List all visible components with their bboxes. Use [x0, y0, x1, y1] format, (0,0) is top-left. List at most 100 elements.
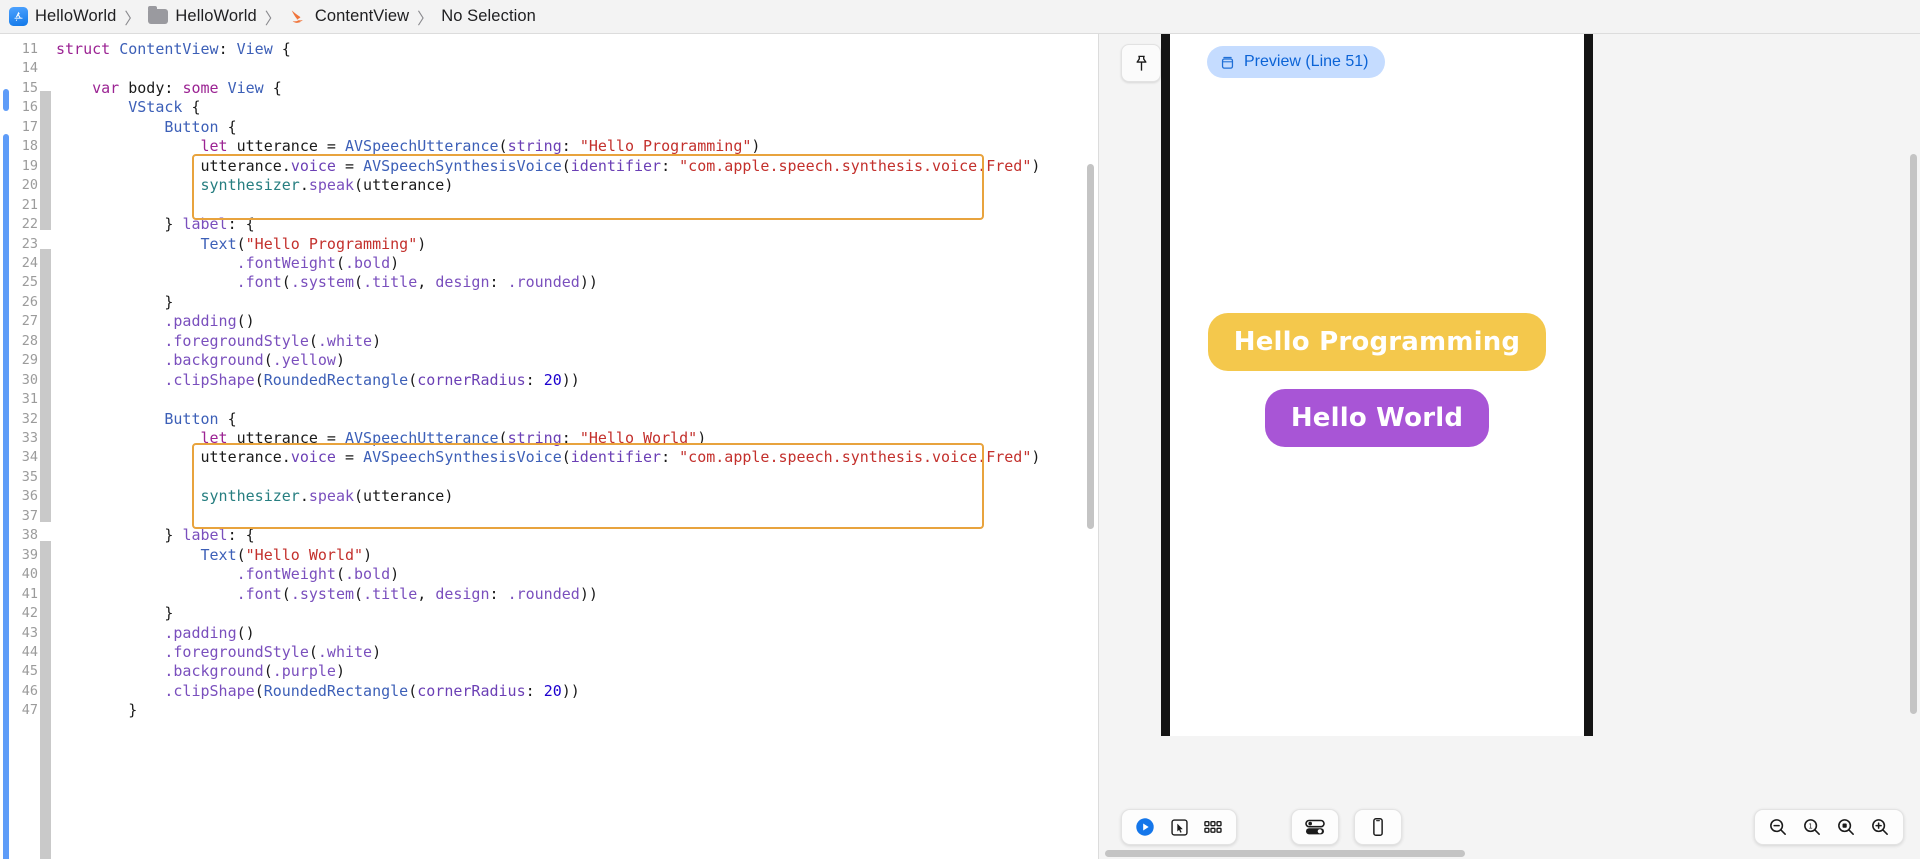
code-line[interactable]: 39 Text("Hello World") [0, 546, 1098, 565]
preview-canvas[interactable]: Hello Programming Hello World Pre [1098, 34, 1920, 859]
code-line[interactable]: 47 } [0, 701, 1098, 720]
swift-file-icon [289, 7, 308, 26]
code-text: Text("Hello World") [56, 546, 372, 565]
preview-status-pill[interactable]: Preview (Line 51) [1207, 46, 1385, 78]
hello-programming-button[interactable]: Hello Programming [1208, 313, 1546, 371]
source-editor[interactable]: 11struct ContentView: View {1415 var bod… [0, 34, 1098, 859]
code-line[interactable]: 20 synthesizer.speak(utterance) [0, 176, 1098, 195]
code-line[interactable]: 21 [0, 196, 1098, 215]
code-text: .fontWeight(.bold) [56, 565, 399, 584]
editor-vertical-scrollbar[interactable] [1087, 164, 1094, 529]
breadcrumb-item-file[interactable]: ContentView [289, 7, 409, 26]
breadcrumb-label-project: HelloWorld [35, 7, 116, 26]
code-text: .clipShape(RoundedRectangle(cornerRadius… [56, 371, 580, 390]
code-text: utterance.voice = AVSpeechSynthesisVoice… [56, 448, 1040, 467]
code-line[interactable]: 27 .padding() [0, 312, 1098, 331]
hello-world-button[interactable]: Hello World [1265, 389, 1489, 447]
line-number: 33 [0, 429, 38, 448]
code-line[interactable]: 42 } [0, 604, 1098, 623]
cursor-select-icon [1169, 817, 1190, 838]
code-text: } [56, 701, 137, 720]
code-lines[interactable]: 11struct ContentView: View {1415 var bod… [0, 34, 1098, 859]
code-text: struct ContentView: View { [56, 40, 291, 59]
code-text: Button { [56, 410, 237, 429]
zoom-actual-size-button[interactable]: 1 [1797, 813, 1827, 841]
code-line[interactable]: 44 .foregroundStyle(.white) [0, 643, 1098, 662]
breadcrumb-item-project[interactable]: HelloWorld [9, 7, 116, 26]
breadcrumb-label-selection: No Selection [441, 7, 536, 26]
code-text: Text("Hello Programming") [56, 235, 426, 254]
device-chooser-button[interactable] [1363, 813, 1393, 841]
code-line[interactable]: 16 VStack { [0, 98, 1098, 117]
editor-canvas-split: 11struct ContentView: View {1415 var bod… [0, 34, 1920, 859]
code-text: .padding() [56, 624, 255, 643]
code-line[interactable]: 41 .font(.system(.title, design: .rounde… [0, 585, 1098, 604]
line-number: 39 [0, 546, 38, 565]
code-line[interactable]: 23 Text("Hello Programming") [0, 235, 1098, 254]
line-number: 47 [0, 701, 38, 720]
variants-button[interactable] [1198, 813, 1228, 841]
zoom-in-button[interactable] [1865, 813, 1895, 841]
code-line[interactable]: 29 .background(.yellow) [0, 351, 1098, 370]
breadcrumb-item-selection[interactable]: No Selection [441, 7, 536, 26]
code-text: VStack { [56, 98, 201, 117]
code-line[interactable]: 17 Button { [0, 118, 1098, 137]
code-line[interactable]: 34 utterance.voice = AVSpeechSynthesisVo… [0, 448, 1098, 467]
code-text: let utterance = AVSpeechUtterance(string… [56, 429, 706, 448]
code-line[interactable]: 38 } label: { [0, 526, 1098, 545]
code-text: .font(.system(.title, design: .rounded)) [56, 585, 598, 604]
code-line[interactable]: 43 .padding() [0, 624, 1098, 643]
pin-preview-button[interactable] [1121, 44, 1161, 82]
play-preview-button[interactable] [1130, 813, 1160, 841]
code-line[interactable]: 45 .background(.purple) [0, 662, 1098, 681]
code-text: .background(.purple) [56, 662, 345, 681]
code-line[interactable]: 35 [0, 468, 1098, 487]
line-number: 25 [0, 273, 38, 292]
code-line[interactable]: 30 .clipShape(RoundedRectangle(cornerRad… [0, 371, 1098, 390]
code-line[interactable]: 32 Button { [0, 410, 1098, 429]
code-line[interactable]: 26 } [0, 293, 1098, 312]
breadcrumb-separator: 〉 [409, 5, 441, 29]
code-line[interactable]: 22 } label: { [0, 215, 1098, 234]
line-number: 19 [0, 157, 38, 176]
code-line[interactable]: 40 .fontWeight(.bold) [0, 565, 1098, 584]
device-screen[interactable]: Hello Programming Hello World [1170, 34, 1584, 736]
code-line[interactable]: 33 let utterance = AVSpeechUtterance(str… [0, 429, 1098, 448]
preview-status-label: Preview (Line 51) [1244, 53, 1369, 71]
code-line[interactable]: 19 utterance.voice = AVSpeechSynthesisVo… [0, 157, 1098, 176]
breadcrumb-item-group[interactable]: HelloWorld [148, 7, 256, 26]
code-line[interactable]: 11struct ContentView: View { [0, 40, 1098, 59]
code-text: .padding() [56, 312, 255, 331]
code-line[interactable]: 14 [0, 59, 1098, 78]
line-number: 36 [0, 487, 38, 506]
device-preview-frame: Hello Programming Hello World [1161, 34, 1593, 736]
code-text: .fontWeight(.bold) [56, 254, 399, 273]
canvas-vertical-scrollbar[interactable] [1910, 154, 1917, 714]
zoom-out-button[interactable] [1763, 813, 1793, 841]
line-number: 45 [0, 662, 38, 681]
code-line[interactable]: 31 [0, 390, 1098, 409]
code-line[interactable]: 24 .fontWeight(.bold) [0, 254, 1098, 273]
code-line[interactable]: 37 [0, 507, 1098, 526]
code-text: .foregroundStyle(.white) [56, 332, 381, 351]
code-line[interactable]: 18 let utterance = AVSpeechUtterance(str… [0, 137, 1098, 156]
device-settings-button[interactable] [1300, 813, 1330, 841]
iphone-icon [1367, 816, 1389, 838]
line-number: 20 [0, 176, 38, 195]
select-tool-button[interactable] [1164, 813, 1194, 841]
svg-text:1: 1 [1808, 822, 1812, 830]
breadcrumb-label-file: ContentView [315, 7, 409, 26]
appstore-icon [9, 7, 28, 26]
code-line[interactable]: 25 .font(.system(.title, design: .rounde… [0, 273, 1098, 292]
code-line[interactable]: 46 .clipShape(RoundedRectangle(cornerRad… [0, 682, 1098, 701]
line-number: 27 [0, 312, 38, 331]
breadcrumb-label-group: HelloWorld [175, 7, 256, 26]
code-line[interactable]: 28 .foregroundStyle(.white) [0, 332, 1098, 351]
code-line[interactable]: 36 synthesizer.speak(utterance) [0, 487, 1098, 506]
zoom-to-fit-button[interactable] [1831, 813, 1861, 841]
canvas-horizontal-scrollbar[interactable] [1105, 850, 1465, 857]
toggles-icon [1303, 815, 1327, 839]
breadcrumb-separator: 〉 [257, 5, 289, 29]
code-line[interactable]: 15 var body: some View { [0, 79, 1098, 98]
line-number: 32 [0, 410, 38, 429]
